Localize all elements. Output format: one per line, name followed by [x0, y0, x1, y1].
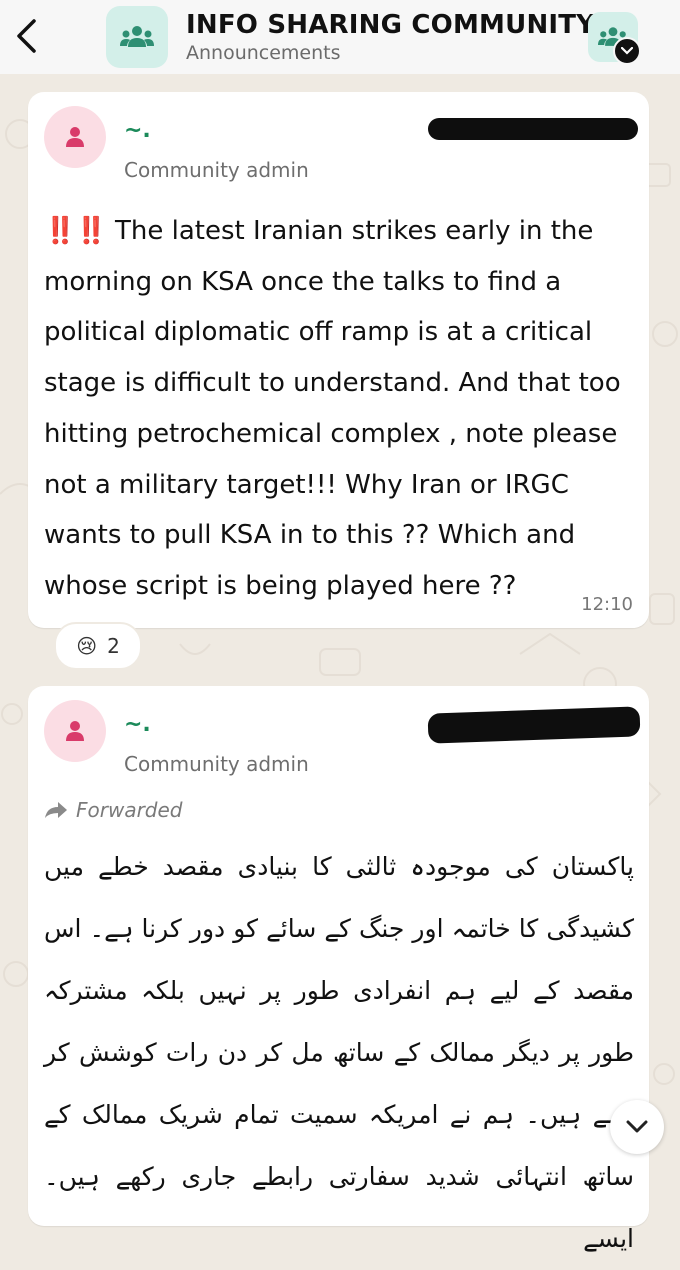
person-icon — [66, 127, 84, 147]
sender-avatar[interactable] — [44, 106, 106, 168]
forwarded-label: Forwarded — [44, 798, 183, 822]
back-button[interactable] — [8, 14, 44, 58]
forward-arrow-icon — [45, 802, 67, 818]
message-text: ‼️‼️ The latest Iranian strikes early in… — [44, 206, 634, 612]
dropdown-badge — [613, 37, 641, 65]
person-icon — [66, 721, 84, 741]
chevron-down-icon — [626, 1120, 648, 1133]
reaction-pill[interactable]: 😢 2 — [54, 622, 142, 670]
crying-face-emoji: 😢 — [76, 634, 98, 658]
chevron-left-icon — [17, 19, 36, 53]
redacted-phone-number — [427, 706, 641, 744]
community-avatar[interactable] — [106, 6, 168, 68]
double-exclamation-emoji: ‼️‼️ — [44, 216, 108, 246]
message-timestamp: 12:10 — [581, 594, 633, 615]
scroll-to-bottom-button[interactable] — [610, 1100, 664, 1154]
chat-header: INFO SHARING COMMUNITY Announcements — [0, 0, 680, 74]
community-title[interactable]: INFO SHARING COMMUNITY — [186, 10, 595, 40]
sender-name[interactable]: ~. — [124, 712, 151, 737]
sender-name[interactable]: ~. — [124, 118, 151, 143]
redacted-phone-number — [428, 118, 638, 140]
forwarded-text: Forwarded — [76, 798, 183, 822]
message-bubble[interactable]: ~. Community admin ‼️‼️ The latest Irani… — [28, 92, 649, 628]
sender-avatar[interactable] — [44, 700, 106, 762]
message-body: The latest Iranian strikes early in the … — [44, 216, 621, 601]
reaction-count: 2 — [107, 634, 120, 658]
group-name: Announcements — [186, 42, 341, 64]
chevron-down-icon — [621, 47, 633, 55]
message-text: پاکستان کی موجودہ ثالثی کا بنیادی مقصد خ… — [44, 852, 634, 1253]
sender-role: Community admin — [124, 158, 309, 182]
message-bubble[interactable]: ~. Community admin Forwarded پاکستان کی … — [28, 686, 649, 1253]
community-switch-button[interactable] — [588, 12, 641, 65]
sender-role: Community admin — [124, 752, 309, 776]
community-group-icon — [120, 26, 154, 47]
